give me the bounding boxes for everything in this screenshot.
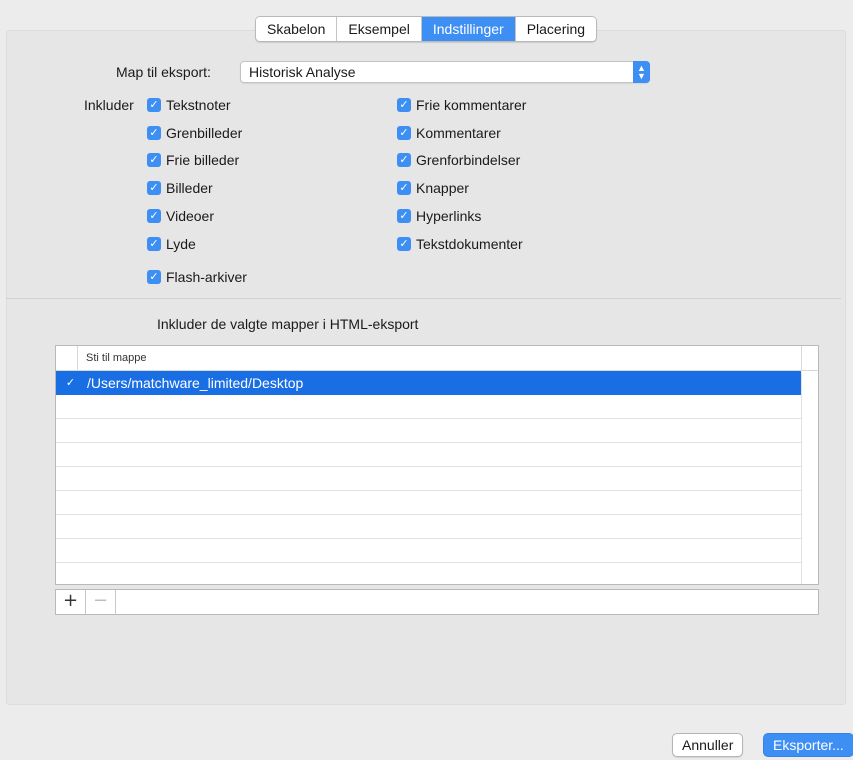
- checkbox-label: Billeder: [166, 180, 213, 196]
- column-header-path[interactable]: Sti til mappe: [86, 352, 147, 364]
- checkbox-tekstdokumenter[interactable]: ✓ Tekstdokumenter: [397, 235, 523, 253]
- checkbox-frie-kommentarer[interactable]: ✓ Frie kommentarer: [397, 96, 526, 114]
- checkbox-label: Frie kommentarer: [416, 97, 527, 113]
- checkbox-lyde[interactable]: ✓ Lyde: [147, 235, 196, 253]
- checkbox-knapper[interactable]: ✓ Knapper: [397, 179, 469, 197]
- checkbox-grenforbindelser[interactable]: ✓ Grenforbindelser: [397, 151, 520, 169]
- checkmark-icon: ✓: [147, 209, 161, 223]
- tab-skabelon[interactable]: Skabelon: [256, 17, 338, 41]
- checkbox-billeder[interactable]: ✓ Billeder: [147, 179, 213, 197]
- cancel-button[interactable]: Annuller: [672, 733, 744, 757]
- checkmark-icon: ✓: [397, 181, 411, 195]
- checkmark-icon: ✓: [397, 153, 411, 167]
- checkbox-hyperlinks[interactable]: ✓ Hyperlinks: [397, 207, 481, 225]
- row-checkmark-icon[interactable]: ✓: [64, 376, 77, 389]
- checkbox-kommentarer[interactable]: ✓ Kommentarer: [397, 124, 501, 142]
- checkmark-icon: ✓: [397, 237, 411, 251]
- checkmark-icon: ✓: [147, 98, 161, 112]
- checkbox-label: Tekstdokumenter: [416, 236, 523, 252]
- checkbox-label: Flash-arkiver: [166, 269, 247, 285]
- tab-bar: Skabelon Eksempel Indstillinger Placerin…: [255, 16, 598, 42]
- folders-table: Sti til mappe ✓ /Users/matchware_limited…: [55, 345, 819, 585]
- checkbox-label: Frie billeder: [166, 152, 240, 168]
- table-scrollbar[interactable]: [801, 372, 818, 584]
- column-divider: [801, 346, 802, 371]
- checkbox-label: Kommentarer: [416, 125, 501, 141]
- add-folder-button[interactable]: +: [56, 590, 86, 614]
- checkmark-icon: ✓: [147, 153, 161, 167]
- checkmark-icon: ✓: [147, 237, 161, 251]
- checkbox-videoer[interactable]: ✓ Videoer: [147, 207, 214, 225]
- table-row-empty: [56, 491, 801, 515]
- section-divider: [6, 298, 841, 299]
- checkmark-icon: ✓: [147, 270, 161, 284]
- table-row-empty: [56, 539, 801, 563]
- checkbox-label: Grenforbindelser: [416, 152, 521, 168]
- include-label: Inkluder: [84, 97, 134, 113]
- table-row-empty: [56, 467, 801, 491]
- checkmark-icon: ✓: [397, 126, 411, 140]
- checkbox-grenbilleder[interactable]: ✓ Grenbilleder: [147, 124, 242, 142]
- map-select-value: Historisk Analyse: [249, 64, 356, 80]
- table-row[interactable]: ✓ /Users/matchware_limited/Desktop: [56, 371, 801, 395]
- checkbox-label: Tekstnoter: [166, 97, 231, 113]
- map-label: Map til eksport:: [116, 64, 211, 80]
- map-select[interactable]: Historisk Analyse ▲ ▼: [240, 61, 650, 83]
- checkmark-icon: ✓: [147, 126, 161, 140]
- checkbox-label: Grenbilleder: [166, 125, 243, 141]
- checkbox-label: Hyperlinks: [416, 208, 482, 224]
- checkbox-flash-arkiver[interactable]: ✓ Flash-arkiver: [147, 268, 247, 286]
- table-row-empty: [56, 443, 801, 467]
- checkbox-label: Lyde: [166, 236, 196, 252]
- tab-indstillinger[interactable]: Indstillinger: [421, 17, 516, 41]
- checkmark-icon: ✓: [147, 181, 161, 195]
- folders-heading: Inkluder de valgte mapper i HTML-eksport: [157, 316, 419, 332]
- checkbox-tekstnoter[interactable]: ✓ Tekstnoter: [147, 96, 231, 114]
- checkbox-label: Knapper: [416, 180, 469, 196]
- checkbox-frie-billeder[interactable]: ✓ Frie billeder: [147, 151, 239, 169]
- tab-placering[interactable]: Placering: [515, 17, 597, 41]
- checkmark-icon: ✓: [397, 98, 411, 112]
- checkmark-icon: ✓: [397, 209, 411, 223]
- checkbox-label: Videoer: [166, 208, 215, 224]
- updown-chevron-icon: ▲ ▼: [633, 61, 650, 83]
- table-row-empty: [56, 419, 801, 443]
- folder-path: /Users/matchware_limited/Desktop: [87, 375, 304, 391]
- table-header: Sti til mappe: [56, 346, 818, 371]
- tab-eksempel[interactable]: Eksempel: [337, 17, 422, 41]
- column-header-checkbox[interactable]: [56, 346, 78, 371]
- export-button[interactable]: Eksporter...: [763, 733, 853, 757]
- table-toolbar: + −: [55, 589, 819, 615]
- table-row-empty: [56, 395, 801, 419]
- table-row-empty: [56, 515, 801, 539]
- remove-folder-button[interactable]: −: [86, 590, 116, 614]
- table-row-empty: [56, 563, 801, 584]
